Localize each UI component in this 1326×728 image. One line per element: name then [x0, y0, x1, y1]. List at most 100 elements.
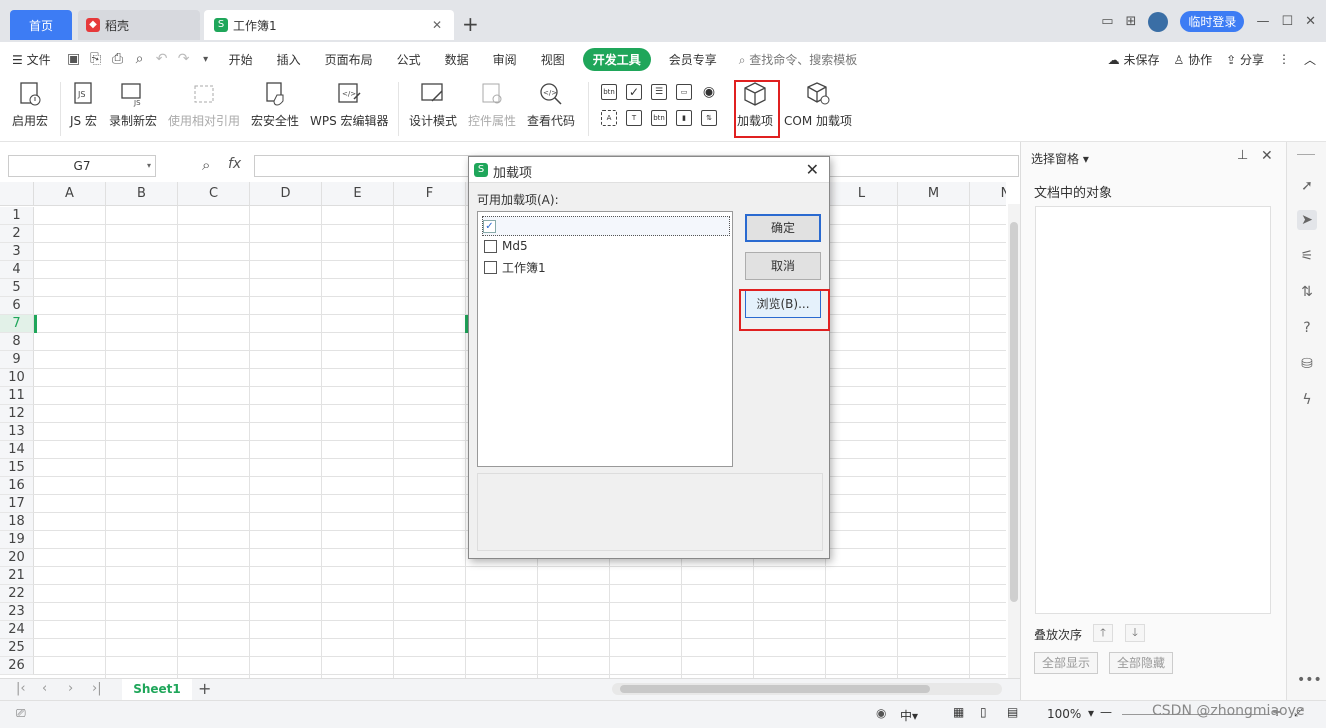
pin-icon[interactable]: ⊥ — [1237, 148, 1248, 163]
button-control-icon[interactable]: btn — [601, 84, 617, 100]
select-all-corner[interactable] — [0, 182, 34, 206]
ok-button[interactable]: 确定 — [745, 214, 821, 242]
objects-list[interactable] — [1035, 206, 1271, 614]
page-break-view-icon[interactable]: ▤ — [1007, 705, 1018, 719]
layout-icon[interactable]: ▭ — [1101, 14, 1113, 29]
adjust-sliders-icon[interactable]: ⚟ — [1297, 246, 1317, 266]
text-box-control-icon[interactable]: T — [626, 110, 642, 126]
row-header[interactable]: 7 — [0, 315, 34, 333]
eye-protection-icon[interactable]: ◉ — [876, 706, 886, 720]
column-header[interactable]: N — [970, 182, 1006, 206]
sheet-tab[interactable]: Sheet1 — [122, 679, 192, 700]
normal-view-icon[interactable]: ▦ — [953, 705, 964, 719]
macro-security-button[interactable]: 宏安全性 — [251, 80, 299, 129]
row-header[interactable]: 23 — [0, 603, 34, 621]
row-header[interactable]: 8 — [0, 333, 34, 351]
share-button[interactable]: ⇪ 分享 — [1226, 51, 1264, 68]
horizontal-scrollbar[interactable] — [612, 683, 1002, 695]
file-menu[interactable]: ☰ 文件 — [0, 51, 63, 68]
row-header[interactable]: 15 — [0, 459, 34, 477]
minimize-icon[interactable]: — — [1256, 14, 1269, 29]
print-preview-icon[interactable]: ⌕ — [129, 51, 151, 67]
move-down-icon[interactable]: 🡓 — [1125, 624, 1145, 642]
show-all-button[interactable]: 全部显示 — [1034, 652, 1098, 674]
column-header[interactable]: M — [898, 182, 970, 206]
column-header[interactable]: B — [106, 182, 178, 206]
rocket-icon[interactable]: ➚ — [1297, 176, 1317, 196]
zoom-level[interactable]: 100% — [1047, 707, 1081, 721]
checkbox-control-icon[interactable]: ✓ — [626, 84, 642, 100]
prev-sheet-icon[interactable]: ‹ — [42, 681, 47, 696]
column-header[interactable]: F — [394, 182, 466, 206]
row-header[interactable]: 16 — [0, 477, 34, 495]
new-tab-button[interactable]: + — [462, 12, 479, 36]
backup-icon[interactable]: ⛁ — [1297, 354, 1317, 374]
dialog-close-icon[interactable]: ✕ — [806, 160, 819, 179]
row-header[interactable]: 14 — [0, 441, 34, 459]
input-language[interactable]: 中▾ — [900, 707, 918, 724]
spin-button-control-icon[interactable]: btn — [651, 110, 667, 126]
row-header[interactable]: 19 — [0, 531, 34, 549]
row-header[interactable]: 25 — [0, 639, 34, 657]
login-button[interactable]: 临时登录 — [1180, 11, 1245, 32]
menu-developer-tools[interactable]: 开发工具 — [582, 47, 651, 71]
list-item[interactable]: ✓ — [482, 216, 730, 236]
menu-data[interactable]: 数据 — [433, 51, 481, 68]
wps-macro-editor-button[interactable]: </> WPS 宏编辑器 — [310, 80, 389, 129]
row-header[interactable]: 11 — [0, 387, 34, 405]
row-header[interactable]: 4 — [0, 261, 34, 279]
name-box-dropdown-icon[interactable]: ▾ — [147, 156, 151, 176]
move-up-icon[interactable]: 🡑 — [1093, 624, 1113, 642]
save-icon[interactable]: ▣ — [63, 51, 85, 67]
combo-box-control-icon[interactable]: ☰ — [651, 84, 667, 100]
more-icon[interactable]: ⋮ — [1278, 52, 1290, 66]
export-pdf-icon[interactable]: ⎘ — [85, 51, 107, 67]
avatar[interactable] — [1148, 11, 1169, 32]
grid-apps-icon[interactable]: ⊞ — [1126, 14, 1137, 29]
command-search[interactable]: ⌕ 查找命令、搜索模板 — [739, 51, 858, 68]
row-header[interactable]: 26 — [0, 657, 34, 675]
menu-insert[interactable]: 插入 — [265, 51, 313, 68]
collapse-ribbon-icon[interactable]: ︿ — [1304, 51, 1316, 68]
column-header[interactable]: E — [322, 182, 394, 206]
list-box-control-icon[interactable]: ▭ — [676, 84, 692, 100]
name-box[interactable]: G7 ▾ — [8, 155, 156, 177]
undo-icon[interactable]: ↶ — [151, 51, 173, 67]
column-header[interactable]: C — [178, 182, 250, 206]
lightning-icon[interactable]: ϟ — [1297, 390, 1317, 410]
next-sheet-icon[interactable]: › — [68, 681, 73, 696]
list-item[interactable]: Md5 — [484, 236, 528, 256]
row-header[interactable]: 13 — [0, 423, 34, 441]
view-code-button[interactable]: </> 查看代码 — [527, 80, 575, 129]
help-icon[interactable]: ? — [1297, 318, 1317, 338]
hide-all-button[interactable]: 全部隐藏 — [1109, 652, 1173, 674]
last-sheet-icon[interactable]: ›| — [92, 681, 102, 696]
toggle-control-icon[interactable]: ▮ — [676, 110, 692, 126]
vertical-scrollbar[interactable] — [1008, 204, 1020, 678]
menu-page-layout[interactable]: 页面布局 — [313, 51, 385, 68]
row-header[interactable]: 22 — [0, 585, 34, 603]
row-header[interactable]: 3 — [0, 243, 34, 261]
list-item[interactable]: 工作簿1 — [484, 257, 546, 277]
design-mode-button[interactable]: 设计模式 — [409, 80, 457, 129]
scroll-bar-control-icon[interactable]: ⇅ — [701, 110, 717, 126]
unsaved-status[interactable]: ☁ 未保存 — [1108, 51, 1160, 68]
close-window-icon[interactable]: ✕ — [1305, 14, 1316, 29]
menu-view[interactable]: 视图 — [529, 51, 577, 68]
macro-record-status-icon[interactable]: ⎚ — [16, 706, 26, 721]
menu-member[interactable]: 会员专享 — [657, 51, 729, 68]
add-sheet-icon[interactable]: + — [198, 679, 211, 698]
row-header[interactable]: 1 — [0, 207, 34, 225]
menu-formula[interactable]: 公式 — [385, 51, 433, 68]
row-header[interactable]: 5 — [0, 279, 34, 297]
row-header[interactable]: 18 — [0, 513, 34, 531]
cancel-button[interactable]: 取消 — [745, 252, 821, 280]
close-tab-icon[interactable]: ✕ — [432, 18, 442, 32]
checkbox[interactable] — [484, 239, 497, 253]
more-options-icon[interactable]: ••• — [1297, 670, 1322, 690]
js-macro-button[interactable]: JS JS 宏 — [70, 80, 97, 129]
row-header[interactable]: 21 — [0, 567, 34, 585]
maximize-icon[interactable]: ☐ — [1281, 14, 1293, 29]
selection-pane-title[interactable]: 选择窗格 ▾ — [1031, 150, 1089, 167]
print-icon[interactable]: ⎙ — [107, 51, 129, 67]
